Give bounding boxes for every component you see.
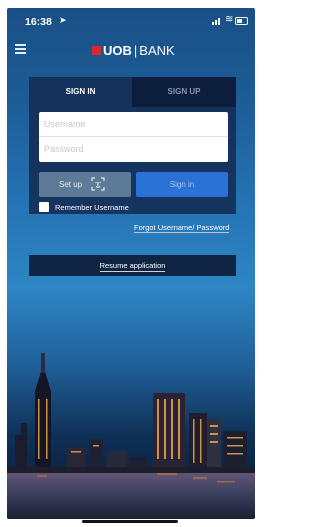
setup-face-id-button[interactable]: Set up <box>39 172 131 197</box>
credentials-group: Username Password <box>39 112 228 162</box>
resume-application-label: Resume application <box>99 261 166 272</box>
cellular-signal-icon <box>212 18 222 25</box>
username-input[interactable]: Username <box>39 112 228 137</box>
setup-label: Set up <box>59 180 83 189</box>
face-id-icon <box>91 177 105 191</box>
uob-logo: UOB | BANK <box>92 43 175 58</box>
tab-sign-in[interactable]: SIGN IN <box>29 77 132 107</box>
battery-icon <box>235 17 248 25</box>
tab-sign-up[interactable]: SIGN UP <box>132 77 236 107</box>
resume-application-button[interactable]: Resume application <box>29 255 236 276</box>
home-indicator[interactable] <box>82 520 178 523</box>
sign-in-button[interactable]: Sign in <box>136 172 228 197</box>
app-screen: 16:38 ➤ ≋ UOB | BANK SIGN IN SIGN UP Usern… <box>7 8 255 519</box>
location-arrow-icon: ➤ <box>59 15 67 25</box>
uob-logo-mark-icon <box>92 46 101 55</box>
remember-username-checkbox[interactable] <box>39 202 49 212</box>
logo-uob-text: UOB <box>103 43 132 58</box>
wifi-icon: ≋ <box>225 14 234 25</box>
password-input[interactable]: Password <box>39 137 228 162</box>
status-time: 16:38 <box>25 16 52 28</box>
hamburger-menu-icon[interactable] <box>15 44 26 54</box>
top-nav: UOB | BANK <box>7 38 255 62</box>
logo-bank-text: BANK <box>139 43 175 58</box>
login-panel: SIGN IN SIGN UP Username Password Set up… <box>29 77 236 233</box>
city-skyline-background <box>7 353 255 519</box>
remember-username-label: Remember Username <box>55 203 129 212</box>
forgot-credentials-link[interactable]: Forgot Username/ Password <box>134 223 230 233</box>
logo-separator: | <box>133 43 138 58</box>
status-bar: 16:38 ➤ ≋ <box>7 8 255 34</box>
